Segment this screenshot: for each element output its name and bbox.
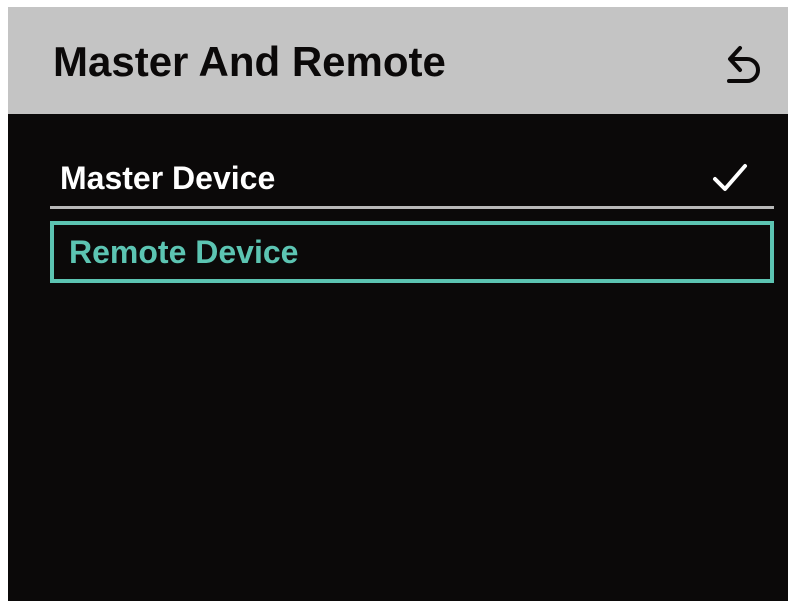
back-button[interactable]	[720, 40, 766, 86]
checkmark-icon	[712, 162, 748, 194]
menu-item-remote-device[interactable]: Remote Device	[50, 221, 774, 283]
back-arrow-icon	[727, 46, 760, 83]
header-bar: Master And Remote	[8, 7, 788, 114]
menu-item-master-device[interactable]: Master Device	[50, 150, 774, 209]
device-screen: Master And Remote Master Device Remote D…	[8, 7, 788, 601]
page-title: Master And Remote	[53, 38, 446, 85]
menu-item-label: Remote Device	[69, 234, 299, 270]
menu-item-label: Master Device	[60, 160, 276, 196]
